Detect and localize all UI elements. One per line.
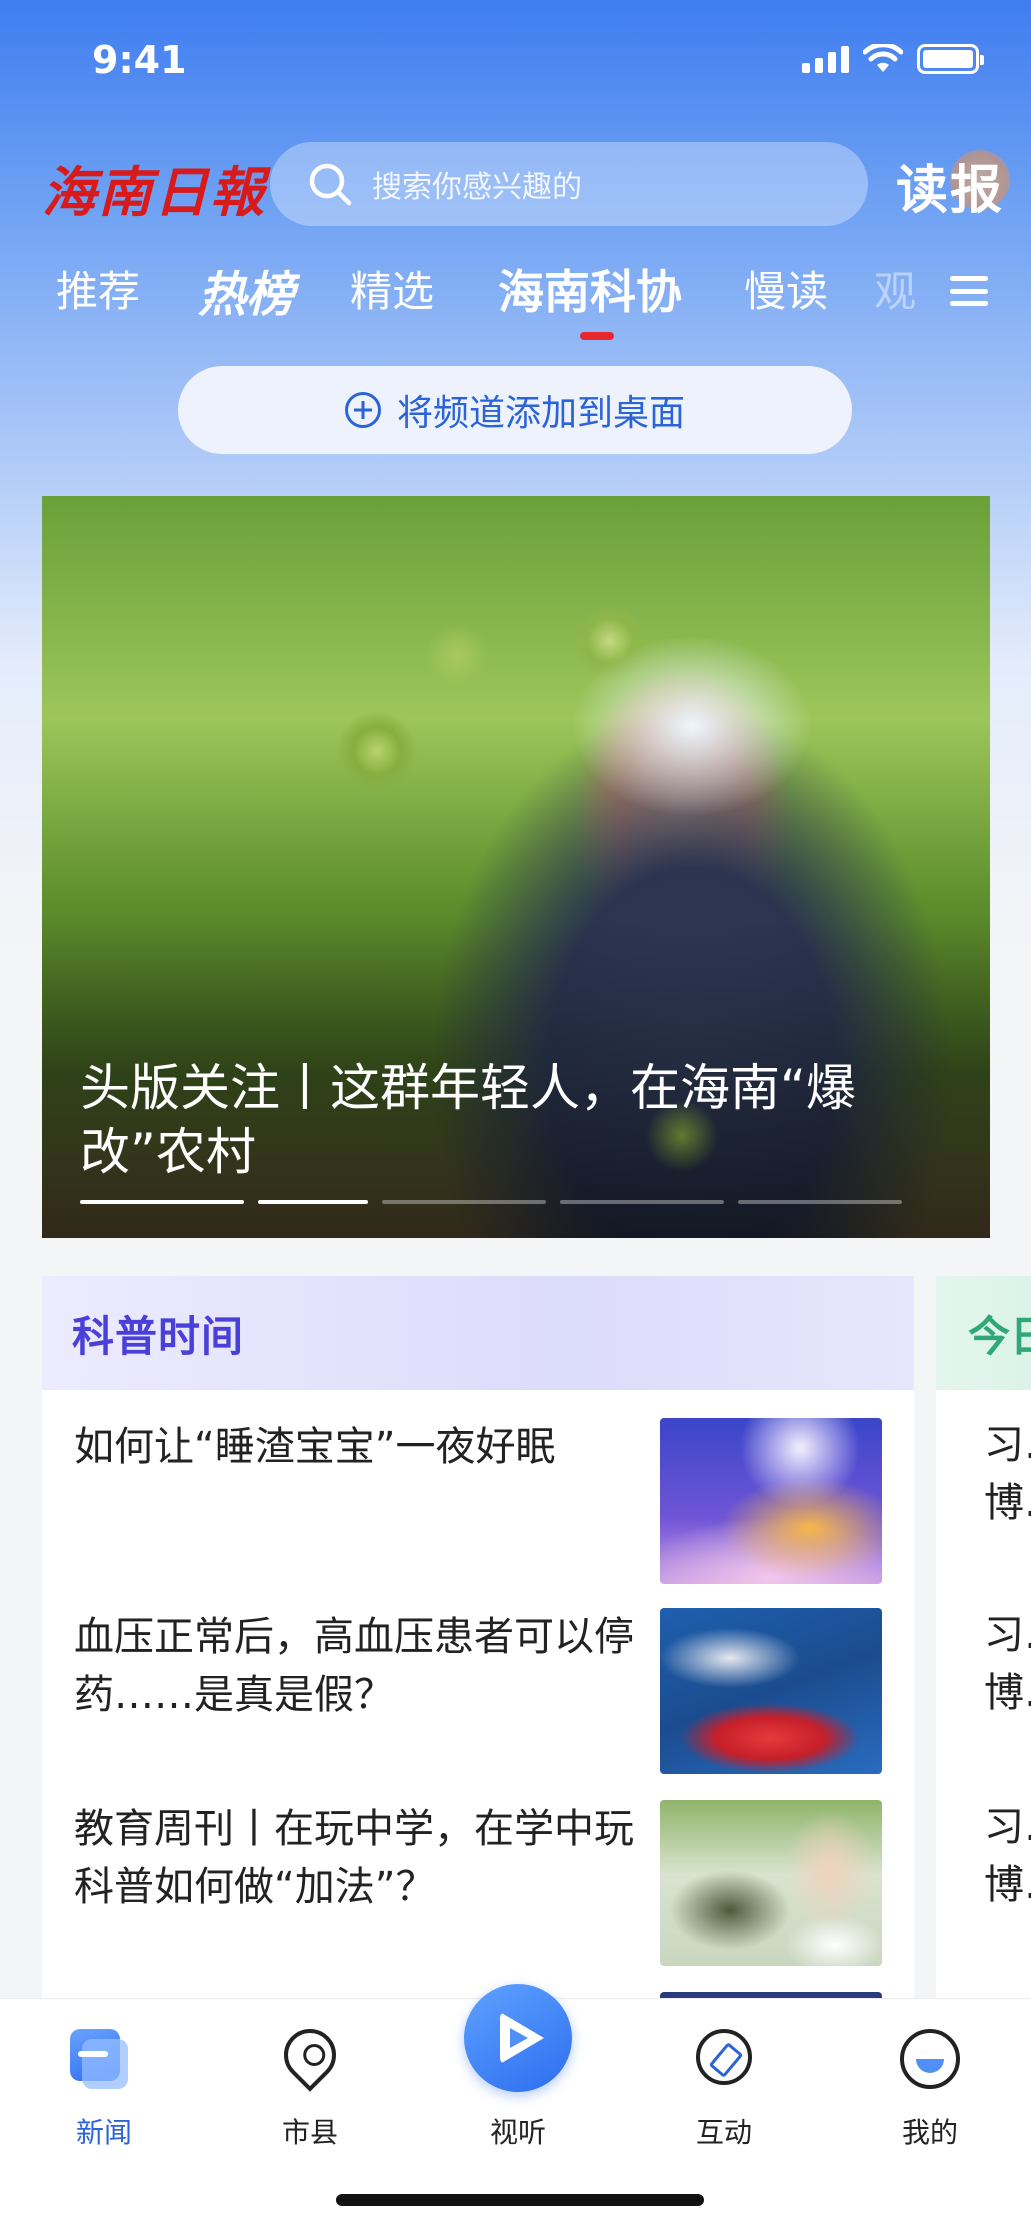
- home-indicator[interactable]: [336, 2194, 704, 2206]
- article-thumbnail: [660, 1800, 882, 1966]
- status-icons: [802, 44, 984, 74]
- play-icon[interactable]: [464, 1984, 572, 2092]
- carousel-dot: [560, 1200, 724, 1204]
- carousel-dot: [80, 1200, 244, 1204]
- tab-recommend[interactable]: 推荐: [56, 258, 140, 319]
- carousel-dot: [258, 1200, 368, 1204]
- today-card: 今日 习… 博… 习… 博… 习… 博…: [936, 1276, 1031, 2036]
- battery-icon: [917, 44, 984, 74]
- card2-item-line[interactable]: 博…: [984, 1474, 1031, 1532]
- nav-label: 视听: [489, 2116, 546, 2149]
- tab-hot-list[interactable]: 热榜: [198, 255, 294, 325]
- card2-item-line[interactable]: 博…: [984, 1664, 1031, 1722]
- nav-label: 互动: [695, 2116, 752, 2149]
- location-pin-icon: [273, 2018, 347, 2092]
- compass-icon: [696, 2029, 752, 2085]
- card2-item-line[interactable]: 习…: [984, 1606, 1031, 1664]
- add-channel-to-desktop-button[interactable]: 将频道添加到桌面: [178, 366, 852, 454]
- menu-icon[interactable]: [950, 276, 988, 306]
- article-title: 如何让“睡渣宝宝”一夜好眠: [74, 1424, 556, 1470]
- article-title: 血压正常后，高血压患者可以停药……是真是假？: [74, 1614, 634, 1718]
- nav-label: 我的: [901, 2116, 958, 2149]
- app-logo[interactable]: 海南日報: [42, 148, 266, 227]
- read-paper-button[interactable]: 读报: [896, 148, 1004, 223]
- list-item[interactable]: 如何让“睡渣宝宝”一夜好眠: [74, 1418, 882, 1584]
- tab-slow-read[interactable]: 慢读: [744, 258, 828, 319]
- card2-item-line[interactable]: 习…: [984, 1416, 1031, 1474]
- status-time: 9:41: [92, 38, 187, 82]
- wifi-icon: [863, 44, 903, 72]
- cellular-signal-icon: [802, 45, 849, 73]
- tab-hainan-kexie[interactable]: 海南科协: [498, 256, 682, 322]
- search-placeholder: 搜索你感兴趣的: [372, 170, 582, 205]
- card2-item-line[interactable]: 博…: [984, 1856, 1031, 1914]
- tab-selected[interactable]: 精选: [350, 258, 434, 319]
- carousel-dot: [382, 1200, 546, 1204]
- tab-more-partial[interactable]: 观: [874, 258, 916, 319]
- article-thumbnail: [660, 1608, 882, 1774]
- hero-banner[interactable]: 头版关注丨这群年轻人，在海南“爆改”农村: [42, 496, 990, 1238]
- profile-icon: [900, 2029, 960, 2089]
- search-bar[interactable]: 搜索你感兴趣的: [270, 142, 868, 226]
- card-header[interactable]: 科普时间: [42, 1276, 914, 1390]
- list-item[interactable]: 教育周刊丨在玩中学，在学中玩 科普如何做“加法”？: [74, 1800, 882, 1966]
- search-icon: [309, 163, 352, 206]
- article-thumbnail: [660, 1418, 882, 1584]
- nav-label: 新闻: [75, 2116, 132, 2149]
- hero-title: 头版关注丨这群年轻人，在海南“爆改”农村: [80, 1059, 856, 1181]
- active-tab-indicator: [580, 332, 614, 340]
- channel-tabs: 推荐 热榜 精选 海南科协 慢读 观: [0, 258, 1031, 338]
- add-channel-label: 将频道添加到桌面: [396, 393, 685, 434]
- carousel-dot: [738, 1200, 902, 1204]
- card2-title: 今日: [968, 1311, 1031, 1361]
- card-title: 科普时间: [72, 1311, 245, 1361]
- card2-header[interactable]: 今日: [936, 1276, 1031, 1390]
- science-time-card: 科普时间 如何让“睡渣宝宝”一夜好眠 血压正常后，高血压患者可以停药……是真是假…: [42, 1276, 914, 2036]
- article-title: 教育周刊丨在玩中学，在学中玩 科普如何做“加法”？: [74, 1806, 634, 1910]
- card2-item-line[interactable]: 习…: [984, 1798, 1031, 1856]
- news-icon: [70, 2029, 128, 2089]
- plus-circle-icon: [344, 392, 381, 428]
- carousel-indicator: [80, 1200, 902, 1204]
- list-item[interactable]: 血压正常后，高血压患者可以停药……是真是假？: [74, 1608, 882, 1774]
- nav-label: 市县: [281, 2116, 338, 2149]
